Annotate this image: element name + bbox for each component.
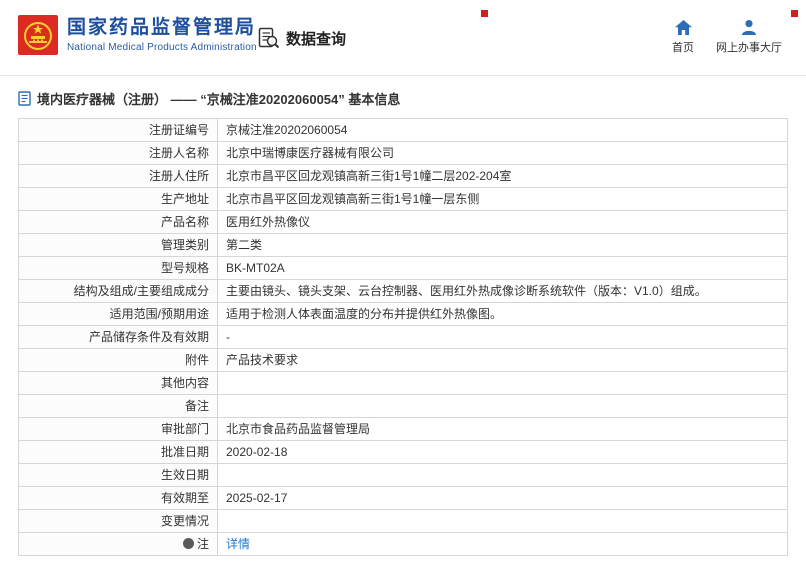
person-icon [742,20,756,35]
row-value: 第二类 [217,233,788,257]
table-row: 型号规格 BK-MT02A [18,256,788,280]
row-label: 注 [18,532,218,556]
row-label: 管理类别 [18,233,218,257]
row-label: 注册证编号 [18,118,218,142]
row-label: 审批部门 [18,417,218,441]
page: 国家药品监督管理局 National Medical Products Admi… [0,0,806,571]
nav-home[interactable]: 首页 [662,20,704,55]
table-row: 生产地址 北京市昌平区回龙观镇高新三街1号1幢一层东侧 [18,187,788,211]
home-icon [674,20,692,35]
table-row: 注册人名称 北京中瑞博康医疗器械有限公司 [18,141,788,165]
nav-service-hall[interactable]: 网上办事大厅 [710,20,788,55]
brand-text: 国家药品监督管理局 National Medical Products Admi… [67,17,257,54]
nav-home-label: 首页 [672,42,694,54]
data-query-icon [258,27,280,49]
row-label: 产品名称 [18,210,218,234]
note-icon [182,538,194,549]
agency-title-en: National Medical Products Administration [67,42,257,54]
row-label: 型号规格 [18,256,218,280]
row-label: 其他内容 [18,371,218,395]
table-row: 审批部门 北京市食品药品监督管理局 [18,417,788,441]
brand: 国家药品监督管理局 National Medical Products Admi… [18,15,257,55]
row-value [217,394,788,418]
row-value: 2020-02-18 [217,440,788,464]
table-row: 附件 产品技术要求 [18,348,788,372]
table-row: 有效期至 2025-02-17 [18,486,788,510]
document-icon [18,91,31,106]
row-value: 2025-02-17 [217,486,788,510]
row-label: 批准日期 [18,440,218,464]
row-value: 主要由镜头、镜头支架、云台控制器、医用红外热成像诊断系统软件（版本：V1.0）组… [217,279,788,303]
table-row: 结构及组成/主要组成成分 主要由镜头、镜头支架、云台控制器、医用红外热成像诊断系统… [18,279,788,303]
table-row: 变更情况 [18,509,788,533]
page-title-text: 境内医疗器械（注册） —— “京械注准20202060054” 基本信息 [37,92,401,107]
nav-data-query[interactable]: 数据查询 [258,27,346,49]
row-value: 北京中瑞博康医疗器械有限公司 [217,141,788,165]
row-value [217,509,788,533]
row-label: 结构及组成/主要组成成分 [18,279,218,303]
page-title: 境内医疗器械（注册） —— “京械注准20202060054” 基本信息 [18,89,400,108]
row-label: 产品储存条件及有效期 [18,325,218,349]
row-label: 注册人名称 [18,141,218,165]
row-value: 医用红外热像仪 [217,210,788,234]
table-row: 注册证编号 京械注准20202060054 [18,118,788,142]
national-emblem-icon [18,15,58,55]
table-row: 备注 [18,394,788,418]
row-label: 变更情况 [18,509,218,533]
red-marker-icon [791,10,798,17]
row-value: BK-MT02A [217,256,788,280]
registration-info-table: 注册证编号 京械注准20202060054 注册人名称 北京中瑞博康医疗器械有限公司注… [18,118,788,556]
site-header: 国家药品监督管理局 National Medical Products Admi… [0,0,806,76]
row-value: 北京市昌平区回龙观镇高新三街1号1幢二层202-204室 [217,164,788,188]
row-label: 适用范围/预期用途 [18,302,218,326]
row-value: 适用于检测人体表面温度的分布并提供红外热像图。 [217,302,788,326]
detail-link[interactable]: 详情 [226,537,250,551]
agency-title-cn: 国家药品监督管理局 [67,16,257,38]
row-label: 生效日期 [18,463,218,487]
row-value: - [217,325,788,349]
red-marker-icon [481,10,488,17]
row-value: 详情 [217,532,788,556]
row-value: 北京市食品药品监督管理局 [217,417,788,441]
row-value [217,463,788,487]
nav-service-hall-label: 网上办事大厅 [716,42,782,54]
row-label: 注册人住所 [18,164,218,188]
table-row: 生效日期 [18,463,788,487]
row-value: 北京市昌平区回龙观镇高新三街1号1幢一层东侧 [217,187,788,211]
table-row: 注册人住所 北京市昌平区回龙观镇高新三街1号1幢二层202-204室 [18,164,788,188]
table-row: 管理类别 第二类 [18,233,788,257]
table-row: 批准日期 2020-02-18 [18,440,788,464]
table-row: 其他内容 [18,371,788,395]
table-row: 适用范围/预期用途 适用于检测人体表面温度的分布并提供红外热像图。 [18,302,788,326]
row-label: 备注 [18,394,218,418]
row-value [217,371,788,395]
table-row: 产品名称 医用红外热像仪 [18,210,788,234]
row-label: 附件 [18,348,218,372]
data-query-label: 数据查询 [286,30,347,48]
table-row: 注详情 [18,532,788,556]
row-value: 产品技术要求 [217,348,788,372]
row-label: 生产地址 [18,187,218,211]
table-row: 产品储存条件及有效期 - [18,325,788,349]
info-table-body: 注册证编号 京械注准20202060054 注册人名称 北京中瑞博康医疗器械有限公司注… [18,118,788,556]
row-label: 有效期至 [18,486,218,510]
row-value: 京械注准20202060054 [217,118,788,142]
